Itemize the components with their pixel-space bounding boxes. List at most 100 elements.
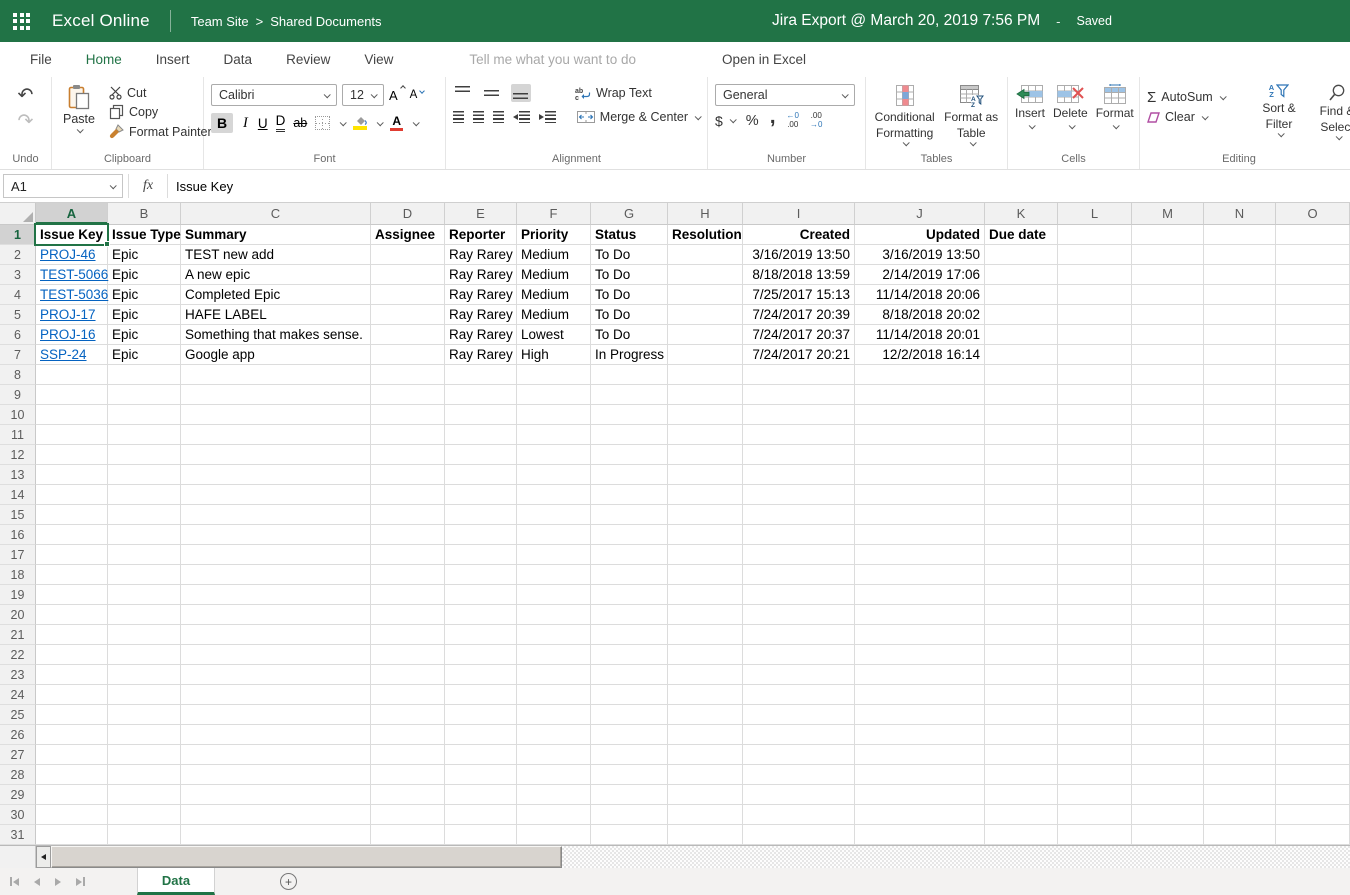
- cell-B20[interactable]: [108, 605, 181, 625]
- cell-A16[interactable]: [36, 525, 108, 545]
- cell-C25[interactable]: [181, 705, 371, 725]
- cell-D4[interactable]: [371, 285, 445, 305]
- cell-O25[interactable]: [1276, 705, 1350, 725]
- cell-M16[interactable]: [1132, 525, 1204, 545]
- cell-H14[interactable]: [668, 485, 743, 505]
- cell-H18[interactable]: [668, 565, 743, 585]
- cell-D14[interactable]: [371, 485, 445, 505]
- format-cells-button[interactable]: Format: [1096, 84, 1134, 129]
- increase-indent-button[interactable]: [539, 111, 556, 123]
- cell-F24[interactable]: [517, 685, 591, 705]
- row-header-25[interactable]: 25: [0, 705, 36, 725]
- col-header-D[interactable]: D: [371, 203, 445, 225]
- cell-I6[interactable]: 7/24/2017 20:37: [743, 325, 855, 345]
- cell-I31[interactable]: [743, 825, 855, 845]
- cell-B25[interactable]: [108, 705, 181, 725]
- cell-O19[interactable]: [1276, 585, 1350, 605]
- cell-N10[interactable]: [1204, 405, 1276, 425]
- cell-J24[interactable]: [855, 685, 985, 705]
- cell-I2[interactable]: 3/16/2019 13:50: [743, 245, 855, 265]
- cell-O18[interactable]: [1276, 565, 1350, 585]
- cell-G2[interactable]: To Do: [591, 245, 668, 265]
- cell-B9[interactable]: [108, 385, 181, 405]
- cell-C16[interactable]: [181, 525, 371, 545]
- cell-A5[interactable]: PROJ-17: [36, 305, 108, 325]
- cell-G15[interactable]: [591, 505, 668, 525]
- cell-L12[interactable]: [1058, 445, 1132, 465]
- cell-F17[interactable]: [517, 545, 591, 565]
- cell-M9[interactable]: [1132, 385, 1204, 405]
- add-sheet-button[interactable]: +: [280, 873, 297, 890]
- cell-G26[interactable]: [591, 725, 668, 745]
- cell-L27[interactable]: [1058, 745, 1132, 765]
- cell-B15[interactable]: [108, 505, 181, 525]
- cell-F13[interactable]: [517, 465, 591, 485]
- cell-K20[interactable]: [985, 605, 1058, 625]
- cell-L30[interactable]: [1058, 805, 1132, 825]
- cell-A21[interactable]: [36, 625, 108, 645]
- cell-O9[interactable]: [1276, 385, 1350, 405]
- cell-E18[interactable]: [445, 565, 517, 585]
- cell-M1[interactable]: [1132, 225, 1204, 245]
- cell-I4[interactable]: 7/25/2017 15:13: [743, 285, 855, 305]
- cell-D28[interactable]: [371, 765, 445, 785]
- cell-B16[interactable]: [108, 525, 181, 545]
- paste-dropdown-icon[interactable]: [77, 126, 84, 133]
- cell-G4[interactable]: To Do: [591, 285, 668, 305]
- cell-A30[interactable]: [36, 805, 108, 825]
- cell-D16[interactable]: [371, 525, 445, 545]
- cell-J5[interactable]: 8/18/2018 20:02: [855, 305, 985, 325]
- cell-C20[interactable]: [181, 605, 371, 625]
- cell-B8[interactable]: [108, 365, 181, 385]
- cell-M18[interactable]: [1132, 565, 1204, 585]
- cell-E29[interactable]: [445, 785, 517, 805]
- cell-K1[interactable]: Due date: [985, 225, 1058, 245]
- cell-F6[interactable]: Lowest: [517, 325, 591, 345]
- cell-J26[interactable]: [855, 725, 985, 745]
- cell-M23[interactable]: [1132, 665, 1204, 685]
- middle-align-button[interactable]: [482, 84, 502, 102]
- double-underline-button[interactable]: D: [276, 114, 286, 132]
- cell-F30[interactable]: [517, 805, 591, 825]
- row-header-15[interactable]: 15: [0, 505, 36, 525]
- cell-C9[interactable]: [181, 385, 371, 405]
- row-header-9[interactable]: 9: [0, 385, 36, 405]
- cell-G11[interactable]: [591, 425, 668, 445]
- cell-D26[interactable]: [371, 725, 445, 745]
- first-sheet-icon[interactable]: [10, 877, 19, 886]
- cell-G12[interactable]: [591, 445, 668, 465]
- grow-font-button[interactable]: A: [389, 88, 405, 103]
- cell-A25[interactable]: [36, 705, 108, 725]
- cell-J11[interactable]: [855, 425, 985, 445]
- cell-I11[interactable]: [743, 425, 855, 445]
- cell-N2[interactable]: [1204, 245, 1276, 265]
- cell-O28[interactable]: [1276, 765, 1350, 785]
- cell-B3[interactable]: Epic: [108, 265, 181, 285]
- cell-G29[interactable]: [591, 785, 668, 805]
- cell-F12[interactable]: [517, 445, 591, 465]
- cell-H21[interactable]: [668, 625, 743, 645]
- cell-M22[interactable]: [1132, 645, 1204, 665]
- cell-B23[interactable]: [108, 665, 181, 685]
- cell-C1[interactable]: Summary: [181, 225, 371, 245]
- cell-I22[interactable]: [743, 645, 855, 665]
- cell-E9[interactable]: [445, 385, 517, 405]
- cell-D23[interactable]: [371, 665, 445, 685]
- cell-G3[interactable]: To Do: [591, 265, 668, 285]
- cell-L9[interactable]: [1058, 385, 1132, 405]
- col-header-J[interactable]: J: [855, 203, 985, 225]
- cell-I20[interactable]: [743, 605, 855, 625]
- name-box[interactable]: A1: [3, 174, 123, 198]
- row-header-21[interactable]: 21: [0, 625, 36, 645]
- cell-J23[interactable]: [855, 665, 985, 685]
- cell-H25[interactable]: [668, 705, 743, 725]
- row-header-10[interactable]: 10: [0, 405, 36, 425]
- cell-B17[interactable]: [108, 545, 181, 565]
- cell-M21[interactable]: [1132, 625, 1204, 645]
- cell-J27[interactable]: [855, 745, 985, 765]
- cell-L23[interactable]: [1058, 665, 1132, 685]
- decrease-decimal-button[interactable]: .00→0: [810, 112, 822, 129]
- cell-B29[interactable]: [108, 785, 181, 805]
- cell-K27[interactable]: [985, 745, 1058, 765]
- cell-L14[interactable]: [1058, 485, 1132, 505]
